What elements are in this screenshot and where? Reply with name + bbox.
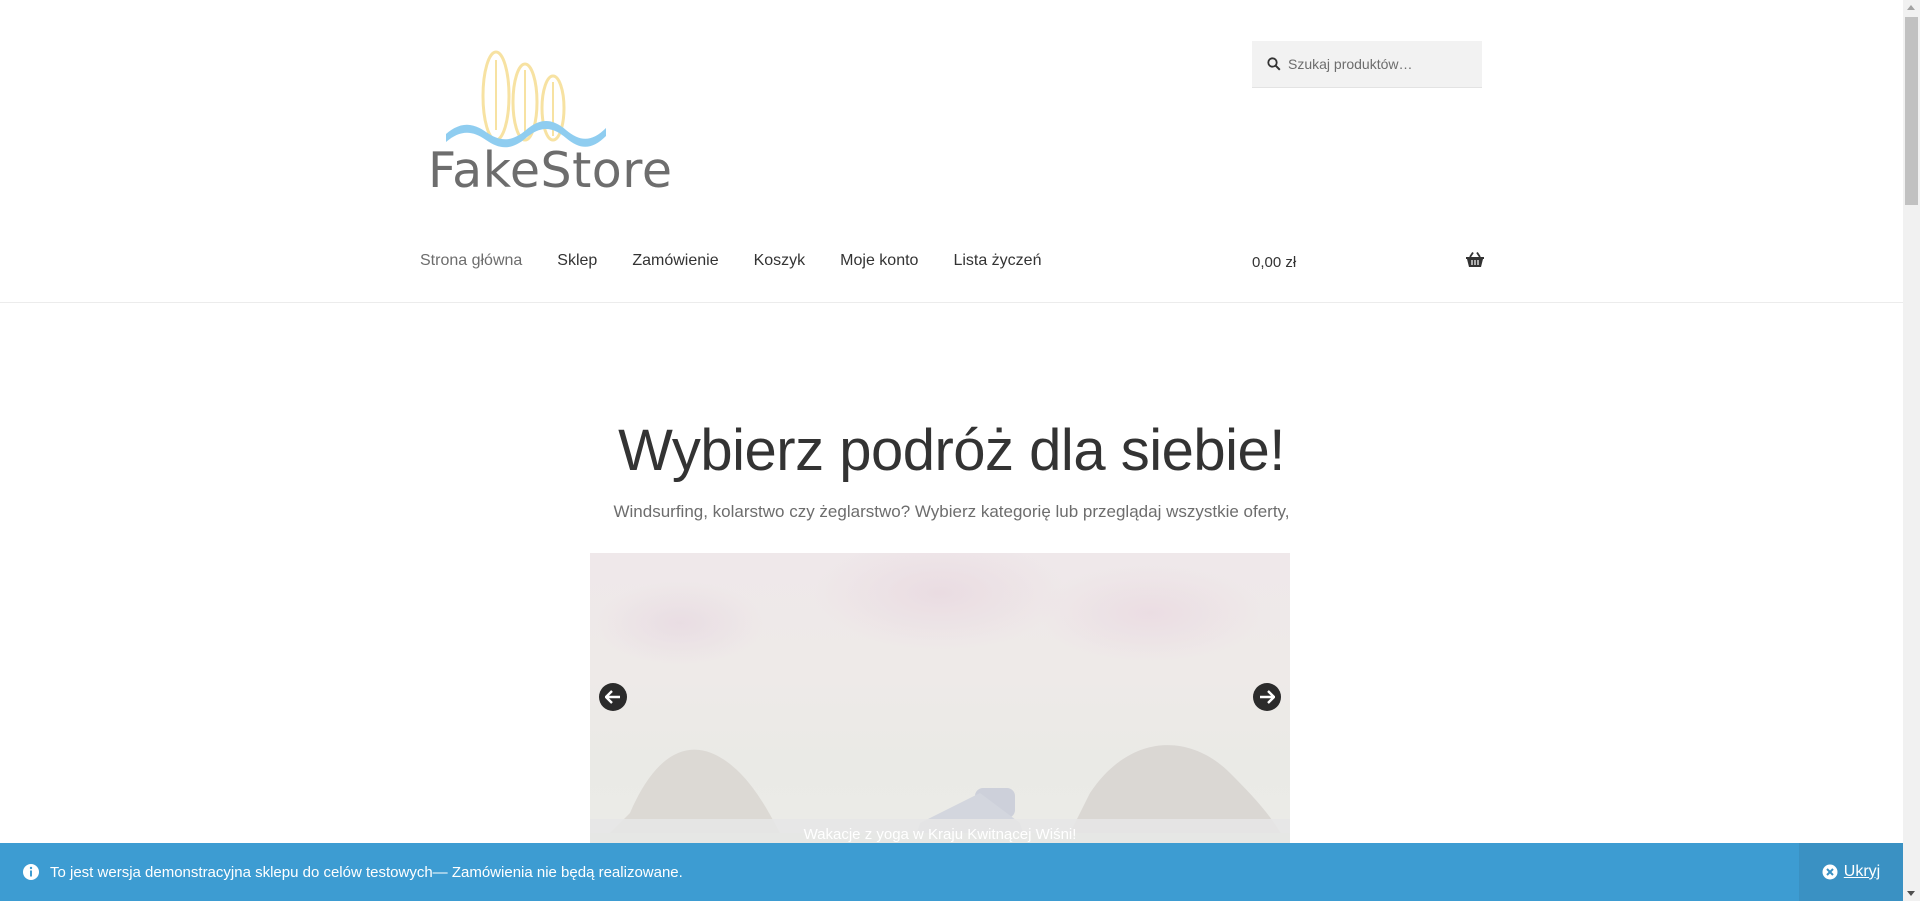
nav-item-wishlist[interactable]: Lista życzeń (953, 252, 1041, 270)
page: FakeStore Strona główna Sklep Zamówienie… (0, 0, 1920, 901)
primary-navigation: Strona główna Sklep Zamówienie Koszyk Mo… (420, 252, 1076, 270)
basket-icon (1466, 252, 1484, 272)
search-icon (1252, 41, 1288, 88)
cart-total: 0,00 zł (1252, 253, 1297, 271)
nav-item-shop[interactable]: Sklep (557, 252, 597, 270)
image-slider[interactable]: Wakacje z yoga w Kraju Kwitnącej Wiśni! (590, 553, 1290, 853)
nav-item-cart[interactable]: Koszyk (754, 252, 806, 270)
slider-next-button[interactable] (1253, 683, 1281, 711)
dismiss-label: Ukryj (1843, 863, 1881, 880)
scroll-up-icon[interactable] (1907, 5, 1915, 10)
nav-item-account[interactable]: Moje konto (840, 252, 918, 270)
product-search[interactable] (1252, 41, 1482, 88)
slider-prev-button[interactable] (599, 683, 627, 711)
scrollbar-thumb[interactable] (1905, 17, 1918, 205)
header-cart[interactable]: 0,00 zł (1252, 252, 1484, 272)
logo-text: FakeStore (428, 142, 673, 199)
close-circle-icon (1822, 864, 1838, 880)
info-icon (22, 863, 40, 881)
search-input[interactable] (1288, 56, 1468, 72)
nav-item-order[interactable]: Zamówienie (632, 252, 718, 270)
scroll-down-icon[interactable] (1907, 891, 1915, 896)
site-header: FakeStore Strona główna Sklep Zamówienie… (0, 0, 1903, 303)
surfboards-logo-icon (446, 50, 606, 148)
page-title: Wybierz podróż dla siebie! (618, 418, 1285, 483)
dismiss-notice-button[interactable]: Ukryj (1799, 843, 1903, 901)
page-subtitle: Windsurfing, kolarstwo czy żeglarstwo? W… (613, 502, 1290, 521)
arrow-left-icon (605, 690, 620, 704)
site-logo[interactable]: FakeStore (420, 50, 672, 200)
demo-store-notice: To jest wersja demonstracyjna sklepu do … (0, 843, 1903, 901)
arrow-right-icon (1260, 690, 1275, 704)
vertical-scrollbar[interactable] (1903, 0, 1920, 901)
notice-text: To jest wersja demonstracyjna sklepu do … (50, 863, 683, 881)
nav-item-home[interactable]: Strona główna (420, 252, 522, 270)
